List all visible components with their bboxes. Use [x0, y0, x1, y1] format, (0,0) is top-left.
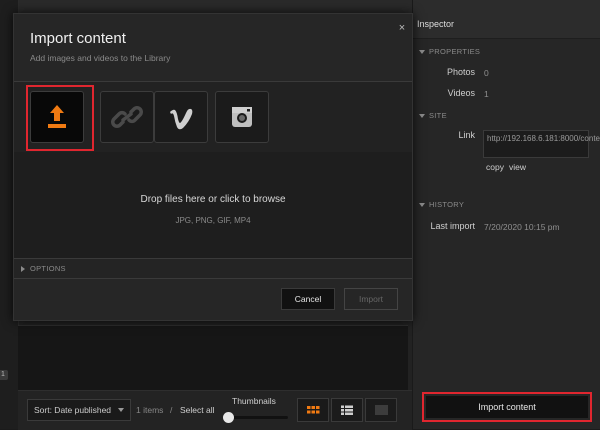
- inspector-title: Inspector: [417, 19, 455, 29]
- count-badge: 1: [0, 370, 8, 380]
- videos-value: 1: [484, 89, 489, 99]
- sort-select[interactable]: Sort: Date published: [27, 399, 131, 421]
- vimeo-icon: [170, 108, 193, 130]
- options-text: OPTIONS: [30, 264, 66, 273]
- properties-section-toggle[interactable]: PROPERTIES: [419, 47, 480, 56]
- instagram-icon: [232, 107, 252, 127]
- library-toolbar: Sort: Date published 1 items / Select al…: [18, 390, 412, 430]
- section-label: HISTORY: [429, 200, 465, 209]
- supported-formats: JPG, PNG, GIF, MP4: [175, 216, 251, 225]
- photos-label: Photos: [446, 67, 475, 77]
- large-view-icon: [375, 405, 388, 415]
- thumbnail-size-slider[interactable]: [226, 416, 288, 419]
- photos-value: 0: [484, 68, 489, 78]
- list-view-button[interactable]: [331, 398, 363, 422]
- caret-down-icon: [419, 50, 425, 55]
- upload-icon: [48, 105, 66, 128]
- link-icon: [111, 106, 143, 128]
- link-actions: copy view: [486, 162, 531, 172]
- chevron-down-icon: [118, 408, 124, 412]
- import-button[interactable]: Import: [344, 288, 398, 310]
- cancel-button[interactable]: Cancel: [281, 288, 335, 310]
- slider-handle[interactable]: [223, 412, 234, 423]
- caret-down-icon: [419, 203, 425, 208]
- options-label: OPTIONS: [21, 264, 66, 273]
- dialog-subtitle: Add images and videos to the Library: [30, 53, 171, 63]
- select-all-link[interactable]: Select all: [180, 405, 215, 415]
- link-label: Link: [458, 130, 475, 140]
- import-dialog: Import content Add images and videos to …: [13, 13, 413, 321]
- import-content-button[interactable]: Import content: [426, 396, 588, 418]
- caret-down-icon: [419, 114, 425, 119]
- history-section-toggle[interactable]: HISTORY: [419, 200, 464, 209]
- list-view-icon: [341, 405, 353, 415]
- site-section-toggle[interactable]: SITE: [419, 111, 447, 120]
- section-label: PROPERTIES: [429, 47, 481, 56]
- view-link[interactable]: view: [509, 162, 526, 172]
- thumbnails-label: Thumbnails: [232, 396, 276, 406]
- grid-view-button[interactable]: [297, 398, 329, 422]
- drop-instructions: Drop files here or click to browse: [140, 194, 286, 205]
- inspector-panel: Inspector PROPERTIES Photos 0 Videos 1 S…: [412, 0, 600, 429]
- import-button-highlight: Import content: [422, 392, 592, 422]
- instagram-source-button[interactable]: [215, 91, 269, 143]
- media-grid: [18, 325, 408, 391]
- source-picker: [14, 82, 412, 152]
- grid-view-icon: [307, 406, 320, 414]
- large-view-button[interactable]: [365, 398, 397, 422]
- caret-right-icon: [21, 266, 25, 273]
- vimeo-source-button[interactable]: [154, 91, 208, 143]
- last-import-value: 7/20/2020 10:15 pm: [484, 222, 560, 232]
- copy-link[interactable]: copy: [486, 162, 504, 172]
- items-count: 1 items: [136, 405, 164, 415]
- upload-source-button[interactable]: [30, 91, 84, 143]
- dropzone[interactable]: Drop files here or click to browse JPG, …: [14, 81, 412, 259]
- toolbar-separator: /: [170, 405, 173, 415]
- sort-select-label: Sort: Date published: [34, 405, 112, 415]
- link-source-button[interactable]: [100, 91, 154, 143]
- videos-label: Videos: [447, 88, 475, 98]
- link-field[interactable]: http://192.168.6.181:8000/content/: [483, 130, 600, 158]
- last-import-label: Last import: [430, 221, 475, 231]
- dialog-title: Import content: [30, 30, 126, 47]
- options-section-toggle[interactable]: OPTIONS: [14, 258, 412, 279]
- section-label: SITE: [429, 111, 447, 120]
- close-icon[interactable]: ×: [396, 22, 408, 34]
